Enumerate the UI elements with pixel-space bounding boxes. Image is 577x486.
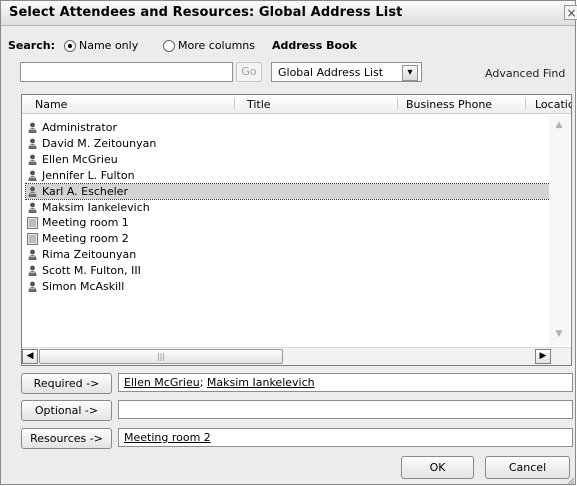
vertical-scrollbar[interactable]: ▲ ▼ (549, 115, 569, 345)
list-item-name: Simon McAskill (42, 280, 125, 293)
user-icon (27, 138, 38, 150)
radio-more-columns[interactable] (163, 40, 175, 52)
list-item-name: Scott M. Fulton, III (42, 264, 141, 278)
radio-more-columns-label[interactable]: More columns (178, 39, 255, 52)
address-book-label: Address Book (272, 39, 357, 52)
optional-button[interactable]: Optional -> (21, 400, 112, 421)
column-title[interactable]: Title (247, 98, 271, 111)
window-title: Select Attendees and Resources: Global A… (9, 5, 403, 20)
column-divider[interactable] (234, 98, 235, 110)
horizontal-scrollbar[interactable]: ◀ ||| ▶ (22, 347, 571, 365)
room-icon (27, 233, 38, 246)
list-item[interactable]: Jennifer L. Fulton (26, 168, 550, 183)
scroll-left-icon[interactable]: ◀ (22, 349, 38, 364)
user-icon (27, 249, 38, 261)
list-item-name: Meeting room 1 (42, 216, 129, 230)
required-field-value: Ellen McGrieu; Maksim Iankelevich (124, 376, 315, 389)
go-button[interactable]: Go (236, 62, 262, 82)
list-item-name: Karl A. Escheler (42, 184, 128, 198)
list-item[interactable]: Karl A. Escheler (25, 182, 551, 200)
cancel-button[interactable]: Cancel (485, 456, 570, 479)
list-item[interactable]: Meeting room 1 (26, 215, 550, 230)
column-divider[interactable] (525, 98, 526, 110)
required-button[interactable]: Required -> (21, 373, 112, 394)
chevron-down-icon[interactable]: ▾ (402, 65, 418, 81)
list-item[interactable]: Meeting room 2 (26, 231, 550, 246)
user-icon (27, 170, 38, 182)
advanced-find-link[interactable]: Advanced Find (485, 67, 565, 80)
list-item-name: Ellen McGrieu (42, 152, 118, 166)
scroll-up-icon[interactable]: ▲ (550, 117, 568, 134)
address-list: Name Title Business Phone Locatic Admini… (21, 94, 572, 366)
title-bar: Select Attendees and Resources: Global A… (1, 1, 575, 26)
radio-name-only[interactable] (64, 40, 76, 52)
user-icon (27, 186, 38, 198)
required-field[interactable]: Ellen McGrieu; Maksim Iankelevich (118, 373, 573, 392)
list-item[interactable]: Scott M. Fulton, III (26, 263, 550, 278)
user-icon (27, 265, 38, 277)
scroll-down-icon[interactable]: ▼ (550, 326, 568, 343)
list-item[interactable]: Maksim Iankelevich (26, 200, 550, 215)
scroll-right-icon[interactable]: ▶ (535, 349, 551, 364)
select-attendees-dialog: Select Attendees and Resources: Global A… (0, 0, 577, 485)
list-item[interactable]: David M. Zeitounyan (26, 136, 550, 151)
close-icon[interactable]: × (564, 5, 577, 20)
column-location[interactable]: Locatic (535, 98, 571, 111)
list-item-name: David M. Zeitounyan (42, 136, 157, 150)
ok-button[interactable]: OK (401, 456, 474, 479)
list-item[interactable]: Administrator (26, 120, 550, 135)
address-book-select[interactable]: Global Address List ▾ (271, 62, 422, 82)
required-name[interactable]: Maksim Iankelevich (207, 376, 315, 389)
resources-field[interactable]: Meeting room 2 (118, 428, 573, 447)
list-item-name: Jennifer L. Fulton (42, 168, 135, 182)
scroll-thumb[interactable]: ||| (39, 349, 283, 364)
user-icon (27, 202, 38, 214)
list-item-name: Maksim Iankelevich (42, 200, 150, 214)
list-item-name: Rima Zeitounyan (42, 248, 137, 262)
room-icon (27, 217, 38, 230)
column-business-phone[interactable]: Business Phone (406, 98, 492, 111)
user-icon (27, 281, 38, 293)
address-book-value: Global Address List (278, 66, 384, 79)
user-icon (27, 154, 38, 166)
list-item-name: Administrator (42, 121, 117, 134)
list-item-name: Meeting room 2 (42, 232, 129, 246)
list-item[interactable]: Ellen McGrieu (26, 152, 550, 167)
optional-field[interactable] (118, 400, 573, 419)
resources-button[interactable]: Resources -> (21, 428, 112, 449)
resources-field-value[interactable]: Meeting room 2 (124, 431, 211, 444)
list-item[interactable]: Rima Zeitounyan (26, 247, 550, 262)
name-separator: ; (199, 376, 207, 389)
search-label: Search: (8, 39, 55, 52)
required-name[interactable]: Ellen McGrieu (124, 376, 200, 389)
radio-name-only-label[interactable]: Name only (79, 39, 138, 52)
column-divider[interactable] (397, 98, 398, 110)
user-icon (27, 122, 38, 134)
list-item[interactable]: Simon McAskill (26, 279, 550, 294)
list-header: Name Title Business Phone Locatic (22, 95, 571, 114)
column-name[interactable]: Name (35, 98, 67, 111)
resize-grip-icon[interactable] (567, 477, 575, 485)
search-input[interactable] (20, 62, 233, 82)
